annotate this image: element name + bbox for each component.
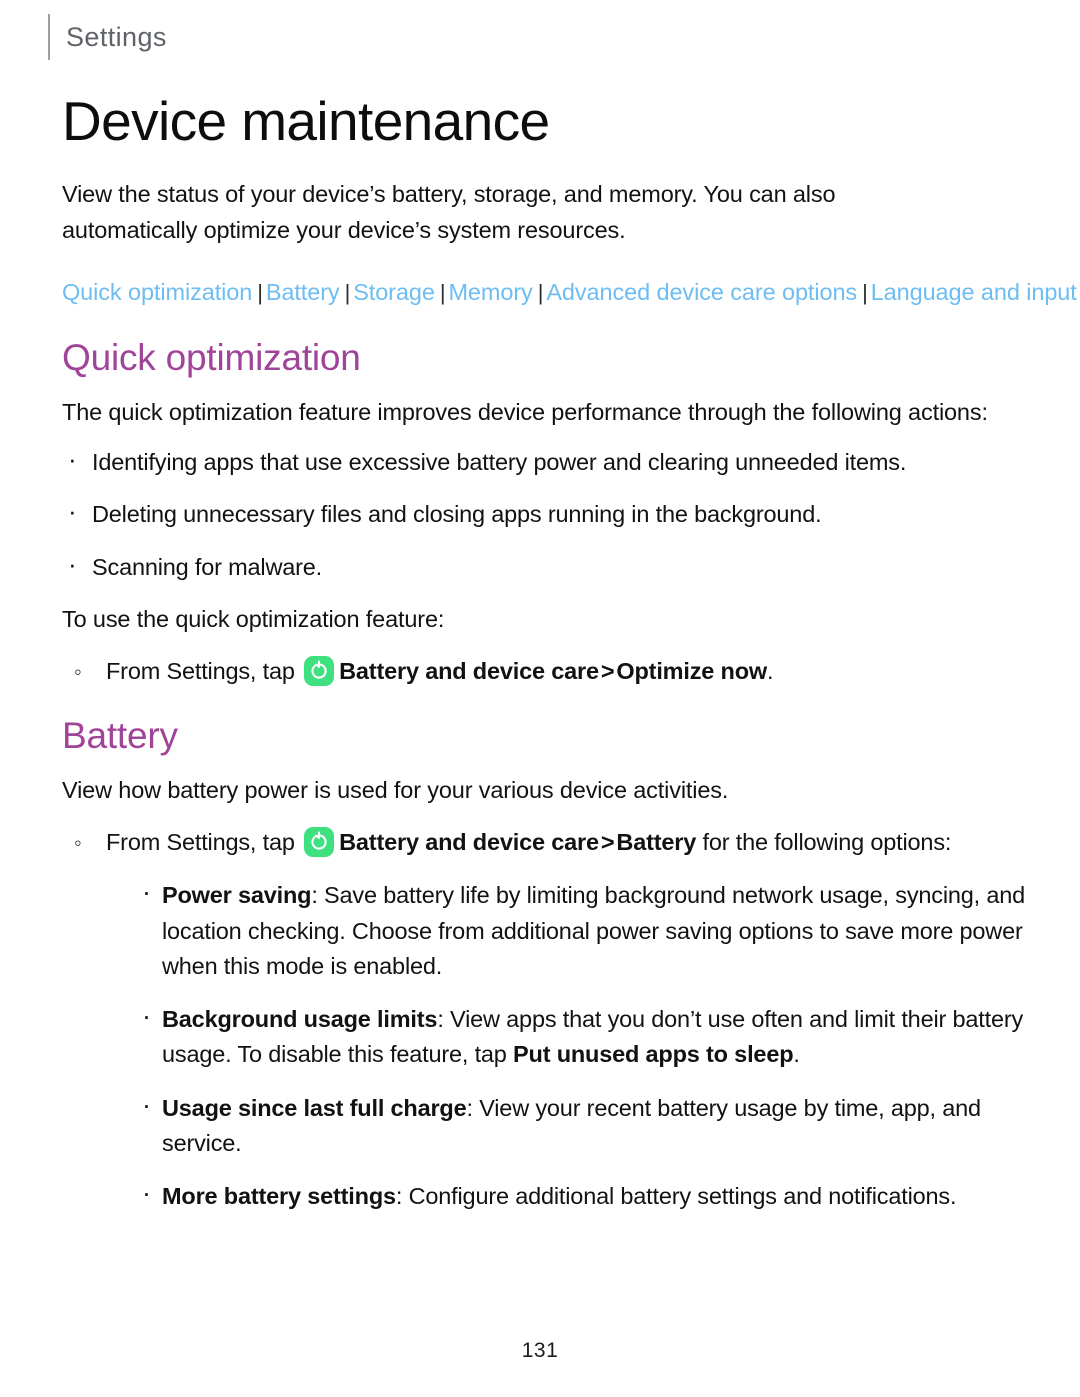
quick-optimization-intro: The quick optimization feature improves … <box>62 399 988 426</box>
link-separator: | <box>537 279 544 305</box>
link-separator: | <box>862 279 868 305</box>
link-separator: | <box>344 279 351 305</box>
running-header: Settings <box>48 14 167 60</box>
step-suffix: for the following options: <box>702 829 952 856</box>
link-storage[interactable]: Storage <box>353 279 435 305</box>
list-item: Power saving: Save battery life by limit… <box>138 872 1030 984</box>
page-number: 131 <box>521 1339 559 1362</box>
step-chevron: > <box>600 657 615 684</box>
section-heading-quick-optimization: Quick optimization <box>62 336 361 378</box>
step-bold-path: Battery and device care <box>339 657 599 684</box>
option-term: More battery settings <box>162 1183 396 1210</box>
option-term: Background usage limits <box>162 1006 438 1033</box>
list-item: Identifying apps that use excessive batt… <box>62 440 1030 480</box>
header-title: Settings <box>66 21 167 52</box>
battery-and-device-care-icon[interactable] <box>304 827 335 858</box>
step-quick-optimization: From Settings, tap Battery and device ca… <box>62 654 1030 689</box>
list-item: Scanning for malware. <box>62 545 1030 585</box>
step-bold-path: Battery and device care <box>339 829 599 856</box>
intro-paragraph: View the status of your device’s battery… <box>62 181 836 244</box>
link-separator: | <box>257 279 263 305</box>
battery-options-list: Power saving: Save battery life by limit… <box>138 872 1030 1214</box>
quick-optimization-lead-in: To use the quick optimization feature: <box>62 605 445 632</box>
link-memory[interactable]: Memory <box>448 279 532 305</box>
list-item: Usage since last full charge: View your … <box>138 1085 1030 1162</box>
option-bold-action: Put unused apps to sleep <box>513 1041 794 1068</box>
list-item: Background usage limits: View apps that … <box>138 996 1030 1073</box>
link-advanced-device-care-options[interactable]: Advanced device care options <box>546 279 857 305</box>
step-chevron: > <box>600 829 615 856</box>
quick-optimization-bullet-list: Identifying apps that use excessive batt… <box>62 440 1030 585</box>
link-battery[interactable]: Battery <box>266 279 340 305</box>
header-divider-rule <box>48 14 50 60</box>
section-links: Quick optimization | Battery | Storage | Memor… <box>62 273 1077 311</box>
option-term: Usage since last full charge <box>162 1094 467 1121</box>
link-language-and-input[interactable]: Language and input <box>871 279 1077 305</box>
list-item: More battery settings: Configure additio… <box>138 1173 1030 1214</box>
link-separator: | <box>439 279 446 305</box>
option-description: : Configure additional battery settings … <box>395 1183 957 1210</box>
battery-intro: View how battery power is used for your … <box>62 777 729 804</box>
list-item: Deleting unnecessary files and closing a… <box>62 492 1030 532</box>
battery-and-device-care-icon[interactable] <box>304 655 335 686</box>
link-quick-optimization[interactable]: Quick optimization <box>62 279 252 305</box>
option-description-tail: . <box>793 1041 800 1068</box>
step-battery: From Settings, tap Battery and device ca… <box>62 825 1030 860</box>
section-heading-battery: Battery <box>62 714 178 756</box>
step-suffix: . <box>767 657 774 684</box>
step-bold-target: Battery <box>616 829 697 856</box>
option-term: Power saving <box>162 882 312 909</box>
step-bold-target: Optimize now <box>616 657 767 684</box>
step-prefix-text: From Settings, tap <box>106 657 295 684</box>
page-title: Device maintenance <box>62 90 550 152</box>
document-content: Device maintenance View the status of yo… <box>62 90 1077 1232</box>
step-prefix-text: From Settings, tap <box>106 829 295 856</box>
